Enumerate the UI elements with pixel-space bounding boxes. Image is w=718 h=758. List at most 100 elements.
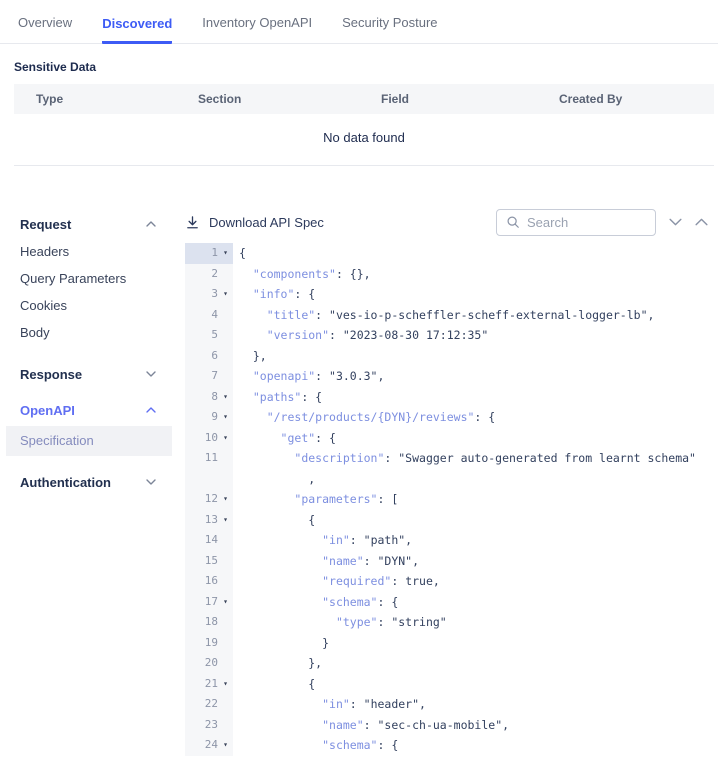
sidebar-item-body[interactable]: Body bbox=[0, 319, 172, 346]
line-number: 10 bbox=[185, 428, 218, 449]
gutter: 14 bbox=[185, 530, 233, 551]
line-number: 7 bbox=[185, 366, 218, 387]
gutter: 16 bbox=[185, 571, 233, 592]
code-line: 8▾ "paths": { bbox=[185, 387, 708, 408]
code-text: "name": "DYN", bbox=[233, 551, 419, 572]
tab-inventory-openapi[interactable]: Inventory OpenAPI bbox=[202, 15, 312, 43]
line-number: 6 bbox=[185, 346, 218, 367]
sidebar-item-cookies[interactable]: Cookies bbox=[0, 292, 172, 319]
code-rows: 1▾{2 "components": {},3▾ "info": {4 "tit… bbox=[185, 243, 708, 756]
code-text: , bbox=[233, 469, 315, 490]
code-text: "get": { bbox=[233, 428, 336, 449]
spec-toolbar: Download API Spec bbox=[185, 208, 708, 236]
code-line: , bbox=[185, 469, 708, 490]
sidebar-section-authentication[interactable]: Authentication bbox=[0, 468, 172, 496]
code-line: 22 "in": "header", bbox=[185, 694, 708, 715]
fold-icon[interactable]: ▾ bbox=[218, 284, 233, 305]
fold-icon[interactable]: ▾ bbox=[218, 243, 233, 264]
sidebar-item-headers[interactable]: Headers bbox=[0, 238, 172, 265]
fold-icon[interactable]: ▾ bbox=[218, 735, 233, 756]
code-text: { bbox=[233, 674, 315, 695]
search-input[interactable] bbox=[527, 215, 646, 230]
fold-icon[interactable]: ▾ bbox=[218, 674, 233, 695]
fold-icon[interactable]: ▾ bbox=[218, 489, 233, 510]
sidebar-section-request[interactable]: Request bbox=[0, 210, 172, 238]
empty-state-message: No data found bbox=[14, 114, 714, 166]
gutter: 19 bbox=[185, 633, 233, 654]
chevron-up-icon bbox=[146, 221, 156, 227]
gutter: 17▾ bbox=[185, 592, 233, 613]
spec-pane: Download API Spec 1▾{2 "components": {},… bbox=[172, 166, 718, 758]
code-line: 16 "required": true, bbox=[185, 571, 708, 592]
gutter: 5 bbox=[185, 325, 233, 346]
code-line: 15 "name": "DYN", bbox=[185, 551, 708, 572]
gutter: 2 bbox=[185, 264, 233, 285]
code-text: "schema": { bbox=[233, 592, 398, 613]
tab-discovered[interactable]: Discovered bbox=[102, 16, 172, 44]
search-box[interactable] bbox=[496, 209, 656, 236]
code-text: "paths": { bbox=[233, 387, 322, 408]
line-number: 12 bbox=[185, 489, 218, 510]
sidebar-section-openapi[interactable]: OpenAPI bbox=[0, 396, 172, 424]
line-number: 23 bbox=[185, 715, 218, 736]
sidebar-section-label: Response bbox=[20, 367, 82, 382]
code-text: "name": "sec-ch-ua-mobile", bbox=[233, 715, 509, 736]
code-text: "components": {}, bbox=[233, 264, 371, 285]
chevron-down-icon bbox=[146, 371, 156, 377]
sidebar-item-query-parameters[interactable]: Query Parameters bbox=[0, 265, 172, 292]
detail-sidebar: Request Headers Query Parameters Cookies… bbox=[0, 166, 172, 758]
code-text: "openapi": "3.0.3", bbox=[233, 366, 384, 387]
sensitive-data-title: Sensitive Data bbox=[14, 60, 718, 74]
code-text: "parameters": [ bbox=[233, 489, 398, 510]
tab-security-posture[interactable]: Security Posture bbox=[342, 15, 437, 43]
code-line: 12▾ "parameters": [ bbox=[185, 489, 708, 510]
gutter: 23 bbox=[185, 715, 233, 736]
code-line: 2 "components": {}, bbox=[185, 264, 708, 285]
gutter: 3▾ bbox=[185, 284, 233, 305]
download-label: Download API Spec bbox=[209, 215, 324, 230]
download-api-spec-button[interactable]: Download API Spec bbox=[185, 215, 324, 230]
line-number: 15 bbox=[185, 551, 218, 572]
gutter: 20 bbox=[185, 653, 233, 674]
chevron-up-icon bbox=[146, 407, 156, 413]
line-number: 14 bbox=[185, 530, 218, 551]
line-number: 4 bbox=[185, 305, 218, 326]
code-text: "version": "2023-08-30 17:12:35" bbox=[233, 325, 488, 346]
fold-icon[interactable]: ▾ bbox=[218, 510, 233, 531]
code-text: "/rest/products/{DYN}/reviews": { bbox=[233, 407, 495, 428]
gutter: 9▾ bbox=[185, 407, 233, 428]
line-number: 20 bbox=[185, 653, 218, 674]
fold-icon[interactable]: ▾ bbox=[218, 407, 233, 428]
code-line: 20 }, bbox=[185, 653, 708, 674]
line-number: 11 bbox=[185, 448, 218, 469]
fold-icon[interactable]: ▾ bbox=[218, 387, 233, 408]
gutter: 8▾ bbox=[185, 387, 233, 408]
search-prev-chevron-down-icon[interactable] bbox=[669, 218, 682, 226]
chevron-down-icon bbox=[146, 479, 156, 485]
gutter: 12▾ bbox=[185, 489, 233, 510]
search-icon bbox=[506, 215, 520, 229]
openapi-spec-code-editor[interactable]: 1▾{2 "components": {},3▾ "info": {4 "tit… bbox=[185, 243, 708, 758]
line-number: 17 bbox=[185, 592, 218, 613]
sidebar-item-specification[interactable]: Specification bbox=[6, 426, 172, 456]
code-line: 5 "version": "2023-08-30 17:12:35" bbox=[185, 325, 708, 346]
fold-icon[interactable]: ▾ bbox=[218, 428, 233, 449]
code-line: 13▾ { bbox=[185, 510, 708, 531]
line-number: 2 bbox=[185, 264, 218, 285]
code-text: "description": "Swagger auto-generated f… bbox=[233, 448, 696, 469]
table-header-row: Type Section Field Created By bbox=[14, 84, 714, 114]
sidebar-section-label: Authentication bbox=[20, 475, 111, 490]
code-line: 19 } bbox=[185, 633, 708, 654]
line-number: 5 bbox=[185, 325, 218, 346]
top-tab-bar: Overview Discovered Inventory OpenAPI Se… bbox=[0, 0, 718, 44]
detail-panel: Request Headers Query Parameters Cookies… bbox=[0, 166, 718, 758]
search-next-chevron-up-icon[interactable] bbox=[695, 218, 708, 226]
code-line: 23 "name": "sec-ch-ua-mobile", bbox=[185, 715, 708, 736]
sidebar-section-response[interactable]: Response bbox=[0, 360, 172, 388]
tab-overview[interactable]: Overview bbox=[18, 15, 72, 43]
code-text: "required": true, bbox=[233, 571, 440, 592]
code-line: 6 }, bbox=[185, 346, 708, 367]
code-text: "schema": { bbox=[233, 735, 398, 756]
code-text: }, bbox=[233, 653, 322, 674]
fold-icon[interactable]: ▾ bbox=[218, 592, 233, 613]
